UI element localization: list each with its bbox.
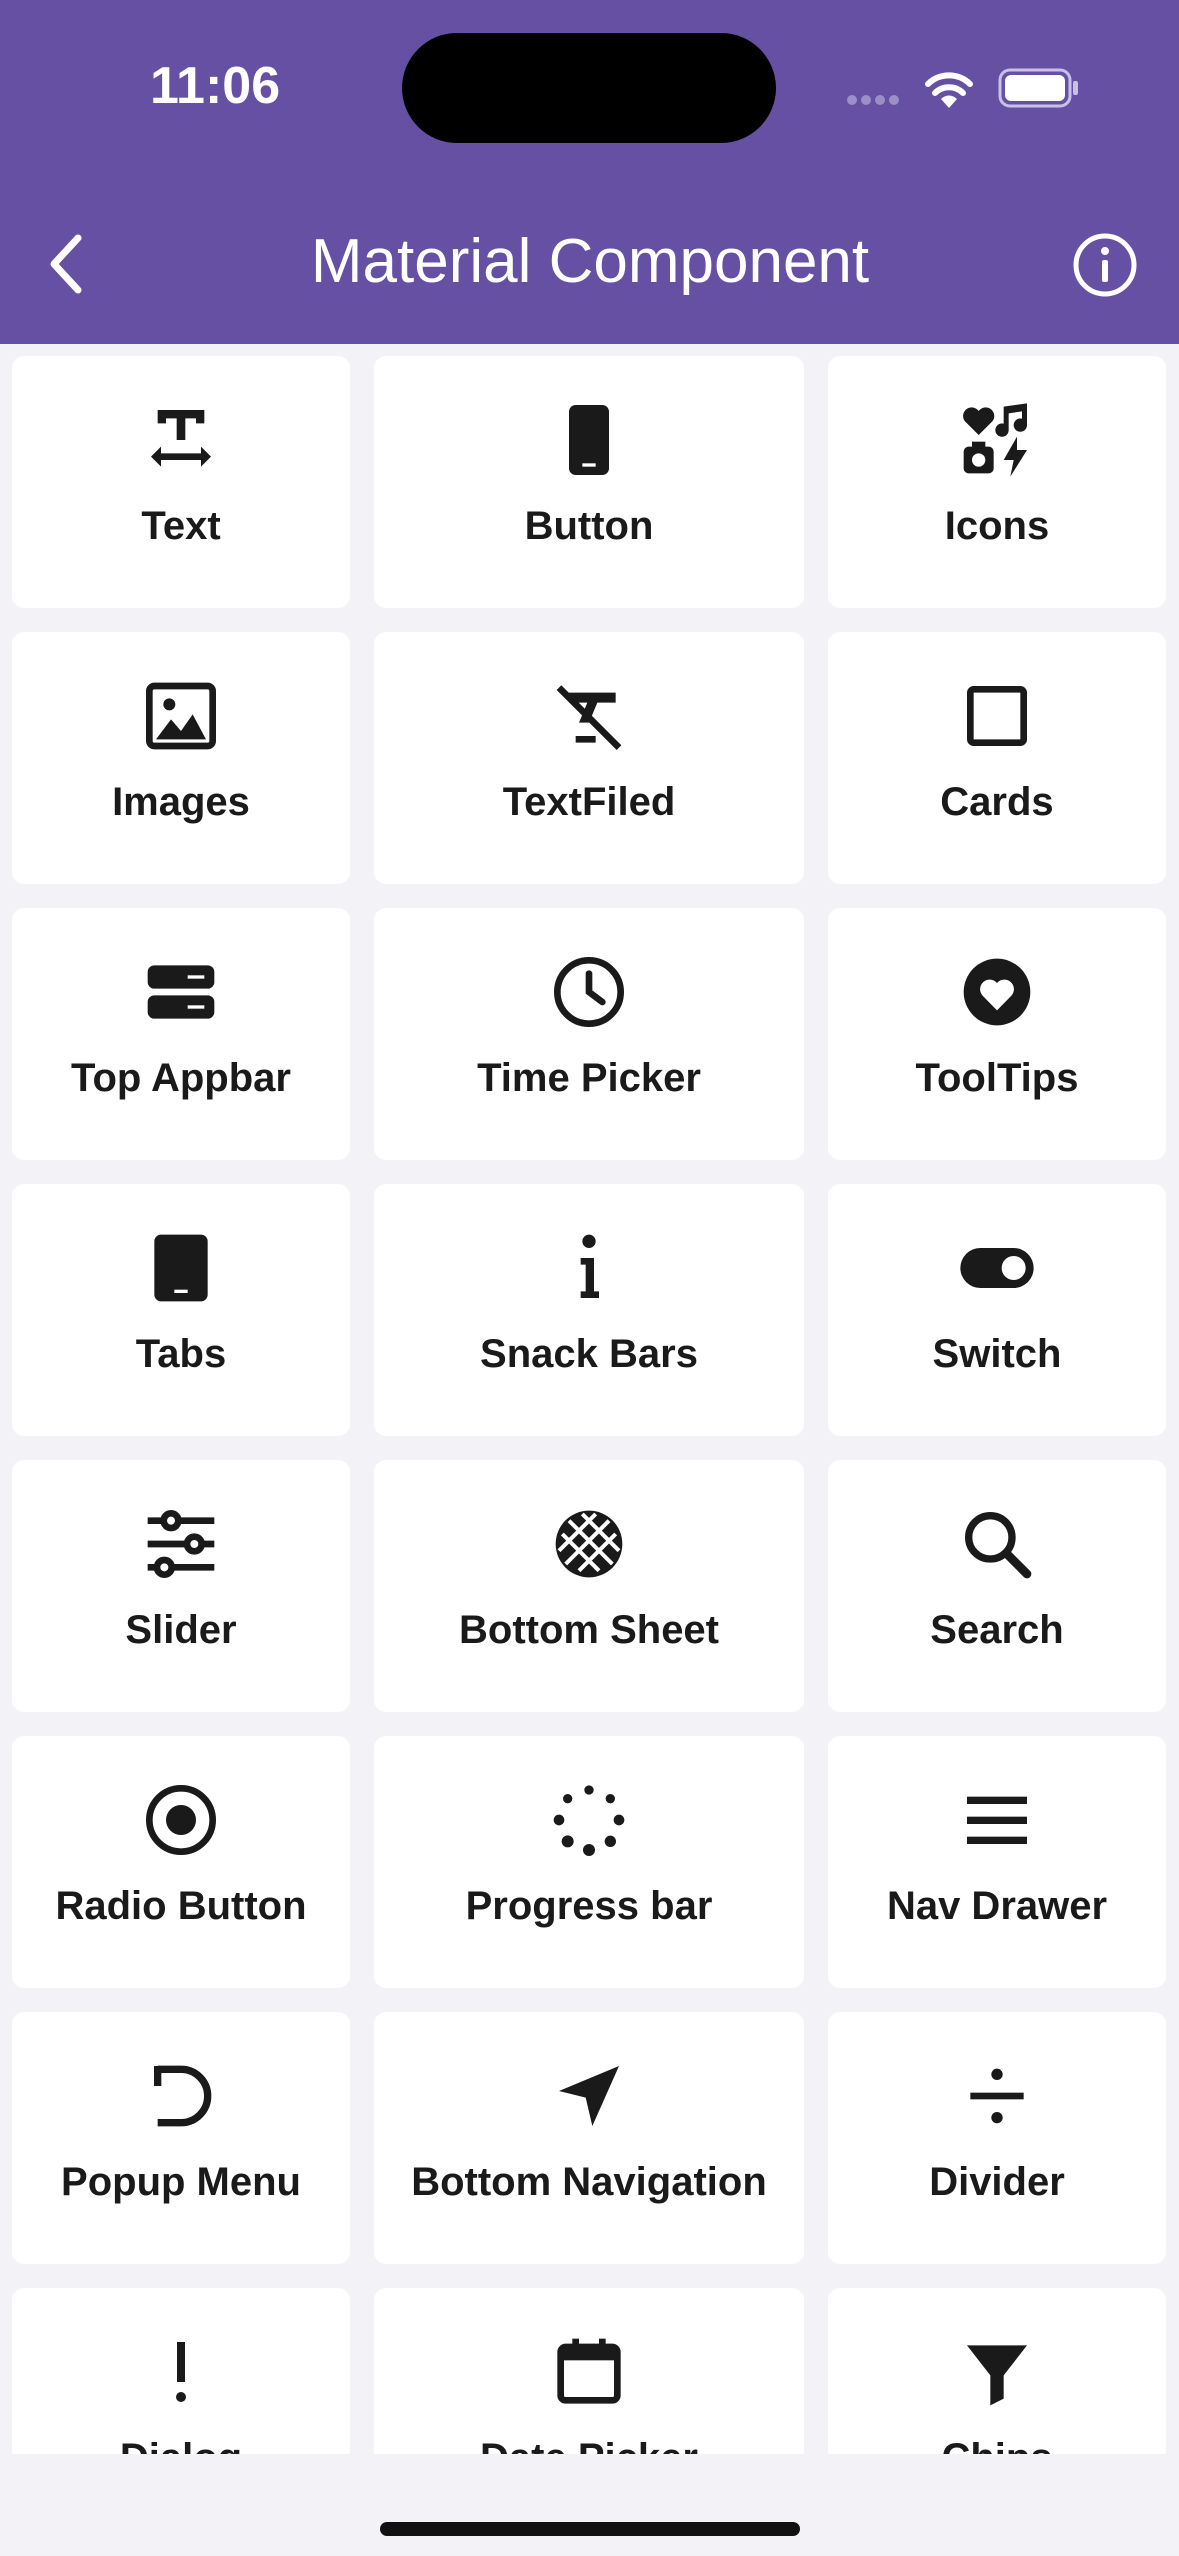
tile-label: Nav Drawer	[886, 1884, 1108, 1928]
tile-tooltips[interactable]: ToolTips	[828, 908, 1166, 1160]
tile-label: Progress bar	[465, 1884, 713, 1928]
loading-dots-icon	[553, 1785, 625, 1856]
tile-label: Icons	[944, 504, 1050, 548]
exclamation-icon	[176, 2342, 186, 2402]
tile-date-picker[interactable]: Date Picker	[374, 2288, 804, 2454]
tile-images[interactable]: Images	[12, 632, 350, 884]
tile-label: Cards	[940, 780, 1054, 824]
calendar-icon	[557, 2338, 621, 2404]
tile-tabs[interactable]: Tabs	[12, 1184, 350, 1436]
tile-label: Bottom Navigation	[411, 2160, 767, 2204]
tablet-icon	[154, 1234, 208, 1302]
tile-popup-menu[interactable]: Popup Menu	[12, 2012, 350, 2264]
tile-label: Tabs	[135, 1332, 227, 1376]
tile-label: Snack Bars	[480, 1332, 698, 1376]
tile-button[interactable]: Button	[374, 356, 804, 608]
text-fields-icon	[151, 410, 211, 467]
tile-label: Button	[524, 504, 654, 548]
tile-nav-drawer[interactable]: Nav Drawer	[828, 1736, 1166, 1988]
tile-label: TextFiled	[502, 780, 676, 824]
menu-icon	[967, 1796, 1027, 1844]
heart-circle-icon	[963, 958, 1031, 1026]
navigation-arrow-icon	[559, 2066, 619, 2126]
tile-progress-bar[interactable]: Progress bar	[374, 1736, 804, 1988]
format-clear-icon	[556, 685, 622, 751]
tile-label: Radio Button	[55, 1884, 307, 1928]
clock-icon	[554, 957, 624, 1027]
tile-bottom-sheet[interactable]: Bottom Sheet	[374, 1460, 804, 1712]
status-bar: 11:06	[0, 0, 1179, 180]
divide-icon	[970, 2068, 1024, 2124]
tile-label: Top Appbar	[71, 1056, 291, 1100]
tile-search[interactable]: Search	[828, 1460, 1166, 1712]
tile-top-appbar[interactable]: Top Appbar	[12, 908, 350, 1160]
tile-label: Slider	[125, 1608, 237, 1652]
tile-label: Chips	[828, 2428, 1166, 2454]
filter-icon	[967, 2345, 1027, 2406]
tile-slider[interactable]: Slider	[12, 1460, 350, 1712]
tile-text[interactable]: Text	[12, 356, 350, 608]
tile-snack-bars[interactable]: Snack Bars	[374, 1184, 804, 1436]
tile-label: Switch	[932, 1332, 1062, 1376]
tile-icons[interactable]: Icons	[828, 356, 1166, 608]
toggle-on-icon	[960, 1248, 1034, 1288]
tile-label: Divider	[929, 2160, 1065, 2204]
battery-icon	[998, 68, 1078, 108]
smartphone-icon	[569, 405, 609, 475]
tile-label: Search	[930, 1608, 1064, 1652]
tile-textfield[interactable]: TextFiled	[374, 632, 804, 884]
tile-cards[interactable]: Cards	[828, 632, 1166, 884]
top-app-bar: Material Component	[0, 180, 1179, 344]
info-i-icon	[580, 1234, 599, 1298]
search-icon	[965, 1512, 1032, 1579]
cellular-signal-icon	[847, 95, 899, 105]
tile-label: Images	[112, 780, 250, 824]
tile-label: Popup Menu	[61, 2160, 301, 2204]
sports-ball-icon	[555, 1510, 623, 1578]
tune-icon	[147, 1509, 215, 1578]
tile-chips[interactable]: Chips	[828, 2288, 1166, 2454]
dynamic-island	[402, 33, 776, 143]
tile-label: ToolTips	[915, 1056, 1079, 1100]
tile-label: Bottom Sheet	[459, 1608, 719, 1652]
tile-label: Date Picker	[374, 2428, 804, 2454]
tile-label: Text	[141, 504, 221, 548]
tile-dialog[interactable]: Dialog	[12, 2288, 350, 2454]
tile-label: Time Picker	[477, 1056, 701, 1100]
radio-button-checked-icon	[146, 1785, 216, 1855]
home-bar-area	[0, 2454, 1179, 2556]
tile-label: Dialog	[12, 2428, 350, 2454]
view-agenda-icon	[147, 965, 215, 1019]
wifi-icon	[925, 72, 973, 108]
undo-arc-icon	[154, 2065, 212, 2127]
emoji-symbols-icon	[963, 403, 1028, 477]
page-title: Material Component	[310, 227, 870, 296]
status-time: 11:06	[150, 57, 281, 115]
info-button[interactable]	[1070, 230, 1140, 300]
square-outline-icon	[967, 686, 1027, 746]
tile-bottom-navigation[interactable]: Bottom Navigation	[374, 2012, 804, 2264]
component-grid-scroll[interactable]: Text Button Icons Images TextFiled Cards…	[0, 344, 1179, 2454]
tile-radio-button[interactable]: Radio Button	[12, 1736, 350, 1988]
tile-time-picker[interactable]: Time Picker	[374, 908, 804, 1160]
home-indicator[interactable]	[380, 2522, 800, 2536]
image-icon	[146, 682, 216, 750]
tile-divider[interactable]: Divider	[828, 2012, 1166, 2264]
tile-switch[interactable]: Switch	[828, 1184, 1166, 1436]
back-button[interactable]	[36, 224, 96, 304]
